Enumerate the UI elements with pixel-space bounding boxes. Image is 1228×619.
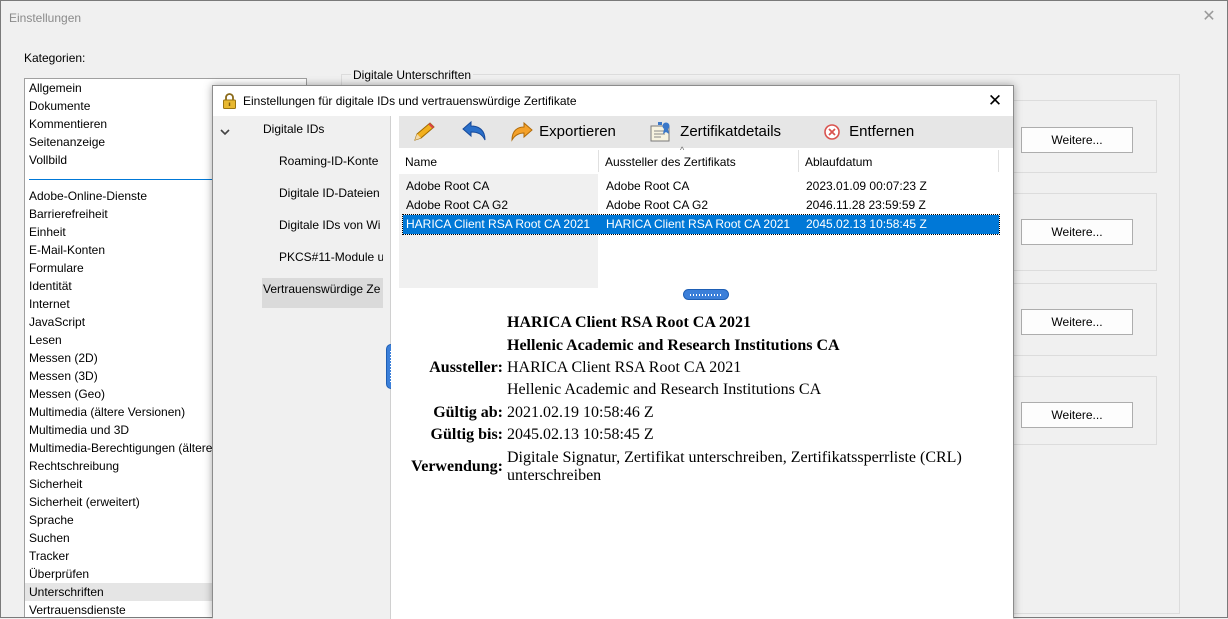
category-item-vollbild[interactable]: Vollbild: [29, 151, 67, 169]
export-button[interactable]: Exportieren: [509, 120, 616, 144]
tree-item-digitale-ids[interactable]: Digitale IDs: [263, 119, 324, 139]
category-item-messen-2d[interactable]: Messen (2D): [29, 349, 98, 367]
weitere-button-4[interactable]: Weitere...: [1021, 402, 1133, 428]
valid-to-label: Gültig bis:: [430, 426, 503, 443]
cell-expiry: 2045.02.13 10:58:45 Z: [806, 217, 927, 231]
category-item-identitaet[interactable]: Identität: [29, 277, 72, 295]
category-item-multimedia-berechtigungen[interactable]: Multimedia-Berechtigungen (ältere: [29, 439, 212, 457]
category-item-internet[interactable]: Internet: [29, 295, 70, 313]
category-item-sicherheit-erweitert[interactable]: Sicherheit (erweitert): [29, 493, 140, 511]
digital-id-dialog: Einstellungen für digitale IDs und vertr…: [212, 85, 1014, 619]
chevron-down-icon[interactable]: [219, 125, 231, 140]
weitere-button-2[interactable]: Weitere...: [1021, 219, 1133, 245]
remove-button[interactable]: Entfernen: [819, 120, 914, 144]
column-separator[interactable]: [998, 150, 999, 172]
dialog-title: Einstellungen für digitale IDs und vertr…: [243, 94, 577, 108]
dialog-titlebar: Einstellungen für digitale IDs und vertr…: [213, 86, 1013, 116]
category-item-allgemein[interactable]: Allgemein: [29, 79, 82, 97]
id-tree: Digitale IDs Roaming-ID-Konte Digitale I…: [213, 116, 383, 619]
category-item-lesen[interactable]: Lesen: [29, 331, 62, 349]
pencil-icon: [411, 122, 437, 141]
issuer-label: Aussteller:: [429, 359, 503, 376]
column-header-expiry[interactable]: Ablaufdatum: [805, 152, 872, 172]
category-item-suchen[interactable]: Suchen: [29, 529, 70, 547]
certificate-table[interactable]: Name ^ Aussteller des Zertifikats Ablauf…: [399, 145, 1013, 288]
usage-value: Digitale Signatur, Zertifikat unterschre…: [507, 449, 962, 484]
digital-signatures-title: Digitale Unterschriften: [351, 68, 474, 82]
certificate-details-button[interactable]: Zertifikatdetails: [648, 120, 781, 144]
edit-button[interactable]: [411, 120, 437, 144]
issuer-organization: Hellenic Academic and Research Instituti…: [507, 381, 822, 398]
cell-expiry: 2023.01.09 00:07:23 Z: [806, 179, 927, 193]
category-separator: [29, 179, 225, 180]
cell-issuer: HARICA Client RSA Root CA 2021: [606, 217, 791, 231]
column-separator[interactable]: [798, 150, 799, 172]
window-close-icon[interactable]: ✕: [1199, 7, 1219, 27]
horizontal-splitter-grip[interactable]: [683, 289, 729, 300]
export-label: Exportieren: [539, 123, 616, 140]
usage-label: Verwendung:: [411, 458, 503, 475]
weitere-button-3[interactable]: Weitere...: [1021, 309, 1133, 335]
category-item-sicherheit[interactable]: Sicherheit: [29, 475, 82, 493]
column-header-issuer[interactable]: Aussteller des Zertifikats: [605, 152, 736, 172]
window-title: Einstellungen: [9, 11, 82, 25]
category-item-email-konten[interactable]: E-Mail-Konten: [29, 241, 105, 259]
subject-organization: Hellenic Academic and Research Instituti…: [507, 337, 840, 354]
cell-expiry: 2046.11.28 23:59:59 Z: [806, 198, 926, 212]
valid-to-value: 2045.02.13 10:58:45 Z: [507, 426, 654, 443]
cell-name: Adobe Root CA G2: [406, 198, 509, 212]
column-separator[interactable]: [598, 150, 599, 172]
category-item-javascript[interactable]: JavaScript: [29, 313, 85, 331]
cell-issuer: Adobe Root CA G2: [606, 198, 709, 212]
category-item-rechtschreibung[interactable]: Rechtschreibung: [29, 457, 119, 475]
window-titlebar: Einstellungen ✕: [1, 1, 1227, 35]
remove-icon: [819, 123, 849, 140]
category-item-barrierefreiheit[interactable]: Barrierefreiheit: [29, 205, 108, 223]
column-header-name[interactable]: Name: [405, 152, 437, 172]
category-item-vertrauensdienste[interactable]: Vertrauensdienste: [29, 601, 126, 618]
remove-label: Entfernen: [849, 123, 915, 140]
import-button[interactable]: [460, 120, 488, 144]
dialog-close-icon[interactable]: ✕: [985, 91, 1005, 111]
tree-item-ids-von-windows[interactable]: Digitale IDs von Wi: [279, 215, 383, 235]
category-item-sprache[interactable]: Sprache: [29, 511, 74, 529]
category-item-dokumente[interactable]: Dokumente: [29, 97, 90, 115]
category-item-messen-geo[interactable]: Messen (Geo): [29, 385, 105, 403]
cell-name: Adobe Root CA: [406, 179, 490, 193]
category-item-tracker[interactable]: Tracker: [29, 547, 69, 565]
cell-issuer: Adobe Root CA: [606, 179, 690, 193]
category-item-multimedia-3d[interactable]: Multimedia und 3D: [29, 421, 129, 439]
valid-from-value: 2021.02.19 10:58:46 Z: [507, 404, 654, 421]
certificate-details: HARICA Client RSA Root CA 2021 Hellenic …: [391, 301, 1013, 619]
table-row[interactable]: Adobe Root CA Adobe Root CA 2023.01.09 0…: [403, 177, 999, 196]
table-row[interactable]: Adobe Root CA G2 Adobe Root CA G2 2046.1…: [403, 196, 999, 215]
categories-label: Kategorien:: [24, 51, 86, 65]
category-item-adobe-online-dienste[interactable]: Adobe-Online-Dienste: [29, 187, 147, 205]
category-item-einheit[interactable]: Einheit: [29, 223, 66, 241]
category-item-multimedia-aeltere[interactable]: Multimedia (ältere Versionen): [29, 403, 185, 421]
tree-item-trusted-certificates[interactable]: Vertrauenswürdige Ze: [262, 278, 383, 308]
category-item-ueberpruefen[interactable]: Überprüfen: [29, 565, 89, 583]
valid-from-label: Gültig ab:: [433, 404, 503, 421]
cell-name: HARICA Client RSA Root CA 2021: [406, 217, 591, 231]
issuer-name: HARICA Client RSA Root CA 2021: [507, 359, 742, 376]
tree-item-roaming-id[interactable]: Roaming-ID-Konte: [279, 151, 383, 171]
tree-item-id-dateien[interactable]: Digitale ID-Dateien: [279, 183, 383, 203]
export-arrow-icon: [509, 121, 539, 142]
tree-item-pkcs11[interactable]: PKCS#11-Module u: [279, 247, 383, 267]
certificate-details-icon: [648, 122, 680, 142]
category-item-formulare[interactable]: Formulare: [29, 259, 84, 277]
category-item-messen-3d[interactable]: Messen (3D): [29, 367, 98, 385]
undo-arrow-icon: [460, 120, 488, 141]
table-row-selected[interactable]: HARICA Client RSA Root CA 2021 HARICA Cl…: [402, 214, 1000, 235]
category-item-seitenanzeige[interactable]: Seitenanzeige: [29, 133, 105, 151]
subject-name: HARICA Client RSA Root CA 2021: [507, 314, 752, 331]
certificate-details-label: Zertifikatdetails: [680, 123, 782, 140]
weitere-button-1[interactable]: Weitere...: [1021, 127, 1133, 153]
certificate-toolbar: Exportieren Zertifikatdetails Entfernen: [399, 116, 1013, 148]
category-item-unterschriften[interactable]: Unterschriften: [25, 583, 225, 601]
category-item-kommentieren[interactable]: Kommentieren: [29, 115, 107, 133]
lock-icon: [222, 93, 237, 109]
